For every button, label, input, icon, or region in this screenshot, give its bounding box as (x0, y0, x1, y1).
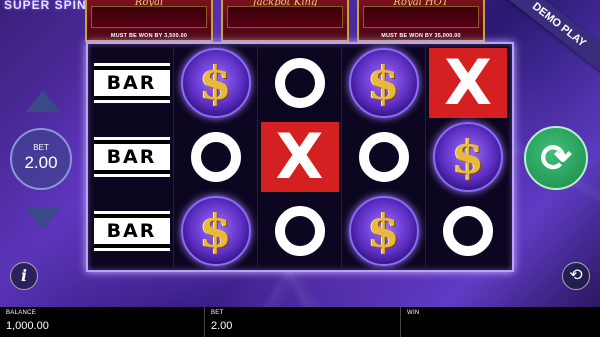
reel-cell: $ (174, 46, 258, 120)
balance-label: BALANCE (6, 310, 37, 316)
jackpot-king-screen (227, 6, 343, 28)
dollar-symbol-icon: $ (433, 122, 503, 192)
o-symbol-icon (274, 58, 325, 108)
footer-bet-value: 2.00 (211, 320, 233, 332)
dollar-symbol-icon: $ (348, 48, 419, 118)
o-symbol-icon (190, 132, 241, 182)
reel-cell: X (426, 46, 510, 120)
dollar-symbol-text: $ (199, 56, 232, 110)
bar-symbol-text: BAR (106, 72, 157, 94)
info-button[interactable]: i (10, 262, 38, 290)
reel-cell: BAR (90, 194, 174, 268)
bet-panel: BET 2.00 (8, 90, 74, 230)
jackpot-royal-hot-must: MUST BE WON BY 35,000.00 (381, 33, 461, 39)
autoplay-button[interactable]: ⟲ (562, 262, 590, 290)
dollar-symbol-icon: $ (180, 196, 251, 266)
bar-symbol: BAR (93, 137, 170, 177)
o-symbol-icon (274, 206, 325, 256)
dollar-symbol-text: $ (367, 204, 400, 258)
x-symbol-icon: X (260, 120, 339, 193)
reel-cell: $ (426, 120, 510, 194)
o-symbol-icon (443, 206, 493, 256)
jackpot-royal-screen (91, 6, 207, 28)
reel-grid: BAR $ $ X BAR X $ BAR $ $ (86, 42, 514, 272)
win-label: WIN (407, 310, 420, 316)
spin-icon: ⟳ (540, 137, 572, 180)
bar-symbol-text: BAR (106, 220, 157, 242)
bar-symbol-text: BAR (106, 146, 157, 168)
dollar-symbol-text: $ (199, 204, 232, 258)
info-icon: i (20, 266, 28, 285)
footer-bet-label: BET (211, 310, 224, 316)
reel-cell (258, 46, 342, 120)
reel-cell (174, 120, 258, 194)
footer-bet: BET 2.00 (205, 307, 401, 337)
autoplay-icon: ⟲ (569, 267, 583, 284)
reel-cell (426, 194, 510, 268)
reel-cell (258, 194, 342, 268)
bet-display: BET 2.00 (10, 128, 72, 190)
bet-decrease-arrow-icon[interactable] (26, 208, 60, 230)
bar-symbol: BAR (93, 211, 170, 251)
dollar-symbol-text: $ (367, 56, 400, 110)
jackpot-royal-hot: Royal HOT MUST BE WON BY 35,000.00 (357, 0, 485, 42)
reel-cell: X (258, 120, 342, 194)
reel-cell: $ (342, 194, 426, 268)
jackpot-royal-hot-screen (363, 6, 479, 28)
reel-cell: BAR (90, 46, 174, 120)
jackpot-royal-must: MUST BE WON BY 3,500.00 (110, 33, 188, 39)
o-symbol-icon (358, 132, 409, 182)
jackpot-king: Jackpot King (221, 0, 349, 42)
spin-button[interactable]: ⟳ (524, 126, 588, 190)
bet-display-value: 2.00 (24, 153, 58, 172)
jackpot-bar: Royal MUST BE WON BY 3,500.00 Jackpot Ki… (85, 0, 515, 42)
reel-cell (342, 120, 426, 194)
bet-increase-arrow-icon[interactable] (26, 90, 60, 112)
dollar-symbol-icon: $ (180, 48, 251, 118)
dollar-symbol-icon: $ (348, 196, 419, 266)
x-symbol-text: X (275, 120, 324, 193)
footer-bar: BALANCE 1,000.00 BET 2.00 WIN (0, 307, 600, 337)
reel-cells: BAR $ $ X BAR X $ BAR $ $ (90, 46, 510, 268)
balance-value: 1,000.00 (6, 320, 49, 332)
x-symbol-text: X (444, 46, 492, 119)
jackpot-royal: Royal MUST BE WON BY 3,500.00 (85, 0, 213, 42)
footer-win: WIN (401, 307, 600, 337)
reel-cell: $ (342, 46, 426, 120)
footer-balance: BALANCE 1,000.00 (0, 307, 205, 337)
reel-cell: $ (174, 194, 258, 268)
dollar-symbol-text: $ (451, 130, 484, 184)
x-symbol-icon: X (429, 48, 507, 118)
reel-cell: BAR (90, 120, 174, 194)
bet-display-label: BET (33, 143, 49, 152)
bar-symbol: BAR (93, 63, 170, 103)
